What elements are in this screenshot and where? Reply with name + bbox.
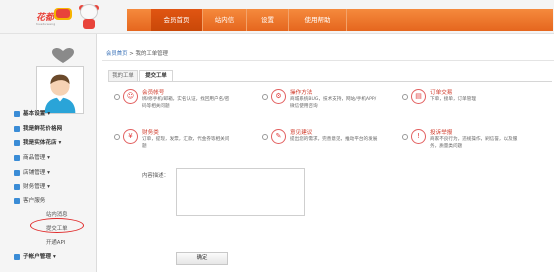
sidebar-item-products[interactable]: 商品管理 ▾ bbox=[14, 153, 50, 163]
highlight-annotation bbox=[30, 218, 84, 233]
radio-button[interactable] bbox=[402, 94, 408, 100]
main-content: 会员首页 > 我的工单管理 我的工单 提交工单 ☺ 会员帐号 绑/修手机/邮箱，… bbox=[98, 34, 554, 272]
sidebar-item-physical-shop[interactable]: 我是实体花店 ▾ bbox=[14, 138, 61, 148]
breadcrumb: 会员首页 > 我的工单管理 bbox=[106, 51, 168, 57]
breadcrumb-link-home[interactable]: 会员首页 bbox=[106, 51, 128, 57]
content-textarea[interactable] bbox=[176, 168, 305, 216]
shop-icon bbox=[14, 139, 20, 146]
user-icon: ☺ bbox=[123, 89, 138, 104]
nav-settings[interactable]: 设置 bbox=[247, 9, 289, 31]
logo-subtext: huaduwang bbox=[36, 22, 56, 26]
clipboard-icon: ▤ bbox=[411, 89, 426, 104]
nav-messages[interactable]: 站内信 bbox=[203, 9, 247, 31]
service-icon bbox=[14, 197, 20, 204]
submit-button[interactable]: 确定 bbox=[176, 252, 228, 265]
option-order-transaction[interactable]: ▤ 订单交易 下单，接单，订单管理 bbox=[402, 88, 518, 118]
option-operation-method[interactable]: ⚙ 操作方法 商城系统BUG，技术支持，网站/手机APP/微信使用咨询 bbox=[262, 88, 378, 118]
radio-button[interactable] bbox=[114, 134, 120, 140]
sidebar-item-sub-accounts[interactable]: 子帐户管理 ▾ bbox=[14, 252, 56, 262]
tab-my-tickets[interactable]: 我的工单 bbox=[108, 70, 138, 81]
sidebar-item-store[interactable]: 店铺管理 ▾ bbox=[14, 168, 50, 178]
sidebar-item-basic-settings[interactable]: 基本设置 ▾ bbox=[14, 109, 50, 119]
tabs-divider bbox=[108, 81, 552, 82]
box-icon bbox=[14, 154, 20, 161]
gear-icon: ⚙ bbox=[271, 89, 286, 104]
megaphone-icon: ! bbox=[411, 129, 426, 144]
sidebar-item-finance[interactable]: 财务管理 ▾ bbox=[14, 182, 50, 192]
option-complaint[interactable]: ! 投诉举报 商家不良行为，违规操作，刷信誉，以及服务，质量类问题 bbox=[402, 128, 518, 158]
nav-help[interactable]: 使用帮助 bbox=[289, 9, 347, 31]
settings-icon bbox=[14, 110, 20, 117]
option-suggestion[interactable]: ✎ 意见建议 提出您的需求，完善意见，推动平台的发展 bbox=[262, 128, 378, 158]
breadcrumb-current: 我的工单管理 bbox=[135, 51, 168, 57]
store-icon bbox=[14, 169, 20, 176]
nav-member-home[interactable]: 会员首页 bbox=[151, 9, 203, 31]
chat-icon: ✎ bbox=[271, 129, 286, 144]
mascot-image bbox=[78, 4, 100, 30]
flower-icon bbox=[14, 125, 20, 132]
user-profile bbox=[36, 48, 92, 114]
money-icon: ¥ bbox=[123, 129, 138, 144]
tab-submit-ticket[interactable]: 提交工单 bbox=[139, 70, 173, 81]
divider bbox=[102, 60, 554, 61]
radio-button[interactable] bbox=[262, 134, 268, 140]
radio-button[interactable] bbox=[114, 94, 120, 100]
site-logo[interactable]: 花都 huaduwang bbox=[36, 8, 76, 30]
sidebar-item-customer-service[interactable]: 客户服务 bbox=[14, 196, 45, 206]
option-finance[interactable]: ¥ 财务类 订单，提现，发票，汇款，代金券等相关问题 bbox=[114, 128, 230, 158]
main-nav: 会员首页 站内信 设置 使用帮助 bbox=[127, 9, 553, 31]
avatar[interactable] bbox=[36, 66, 84, 114]
heart-icon bbox=[52, 48, 74, 63]
radio-button[interactable] bbox=[262, 94, 268, 100]
top-bar: 花都 huaduwang 会员首页 站内信 设置 使用帮助 bbox=[0, 0, 554, 34]
sidebar: 基本设置 ▾ 我是鲜花价格网 我是实体花店 ▾ 商品管理 ▾ 店铺管理 ▾ 财务… bbox=[0, 34, 97, 272]
option-member-account[interactable]: ☺ 会员帐号 绑/修手机/邮箱，实名认证，找回用户名/密码等相关问题 bbox=[114, 88, 230, 118]
users-icon bbox=[14, 253, 20, 260]
sidebar-item-flower-price[interactable]: 我是鲜花价格网 bbox=[14, 124, 62, 134]
radio-button[interactable] bbox=[402, 134, 408, 140]
sidebar-sub-open-api[interactable]: 开通API bbox=[46, 238, 65, 248]
content-label: 内容描述： bbox=[142, 173, 169, 179]
finance-icon bbox=[14, 183, 20, 190]
